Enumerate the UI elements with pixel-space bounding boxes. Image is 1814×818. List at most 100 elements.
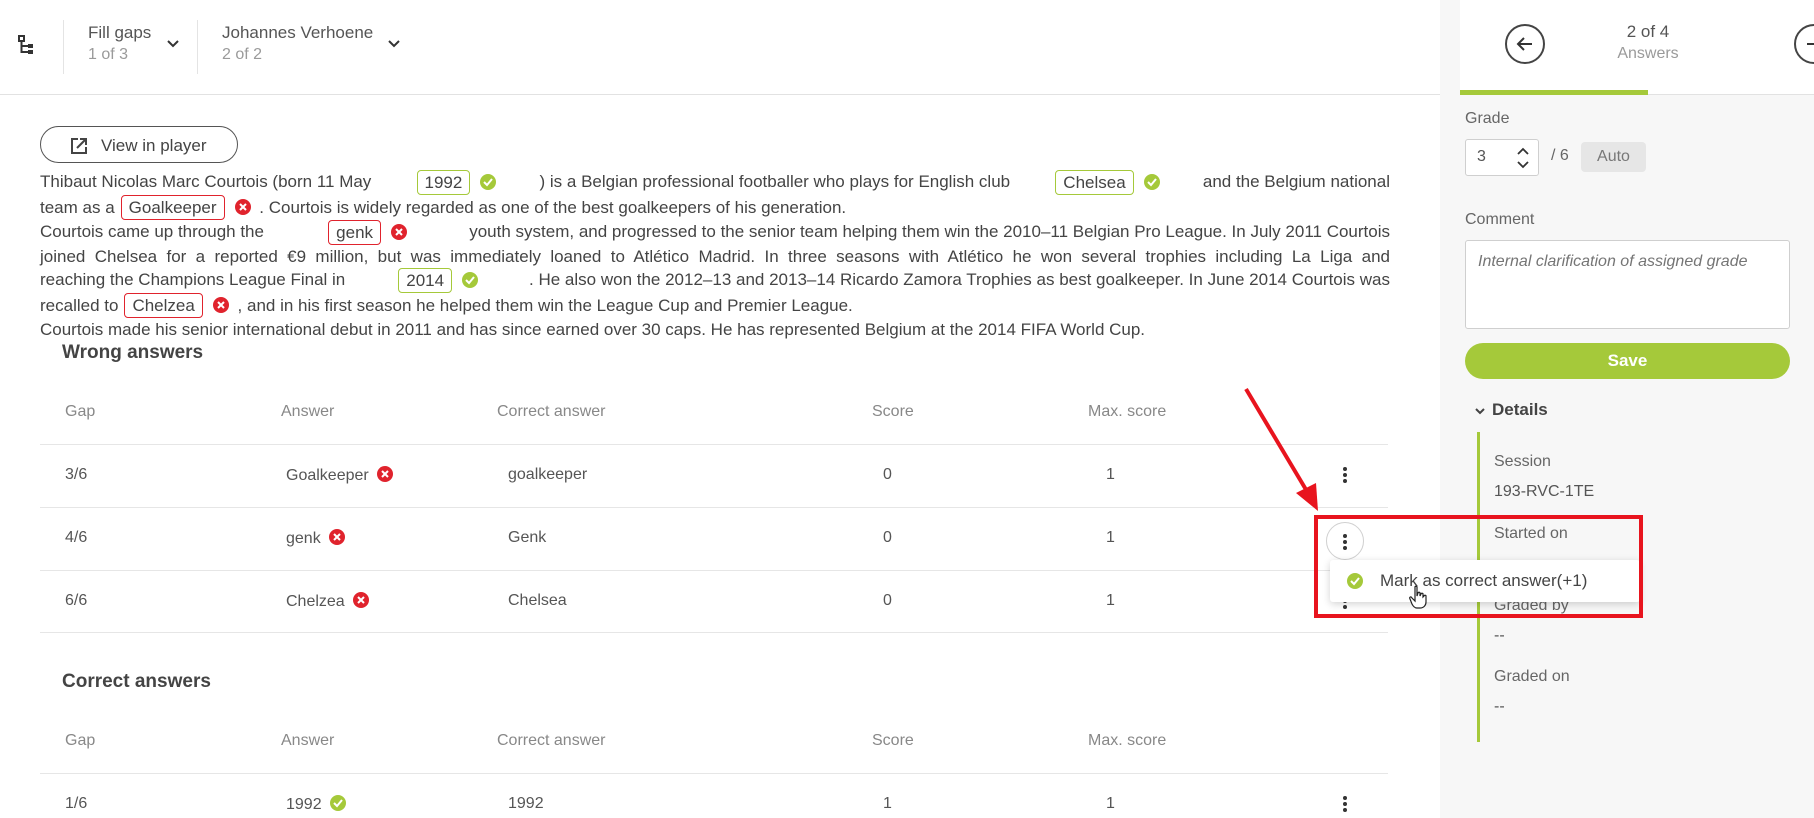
details-toggle[interactable]: Details	[1474, 400, 1548, 420]
column-header-score: Score	[872, 403, 914, 420]
correct-answer-cell: Genk	[508, 529, 547, 546]
gap-cell: 6/6	[65, 592, 88, 609]
answers-counter-value: 2 of 4	[1626, 22, 1670, 41]
arrow-left-icon	[1516, 37, 1532, 51]
view-in-player-button[interactable]: View in player	[40, 126, 238, 163]
answer-text: 1992	[286, 796, 322, 813]
answer-cell: 1992	[286, 795, 350, 814]
column-header-max-score: Max. score	[1088, 403, 1167, 420]
more-options-icon[interactable]	[1335, 794, 1355, 816]
grade-input[interactable]: 3	[1465, 139, 1539, 176]
table-row: 1/6 1992 1992 1 1	[40, 773, 1388, 818]
column-header-answer: Answer	[281, 403, 335, 420]
divider	[63, 20, 64, 74]
grade-max: / 6	[1551, 147, 1569, 164]
chevron-down-icon[interactable]	[165, 36, 181, 52]
grade-label: Grade	[1465, 110, 1510, 127]
passage-line: ) is a Belgian professional footballer w…	[539, 172, 1011, 191]
comment-field[interactable]	[1465, 240, 1790, 329]
previous-answer-button[interactable]	[1505, 24, 1545, 64]
graded-on-label: Graded on	[1494, 668, 1570, 685]
save-button[interactable]: Save	[1465, 343, 1790, 379]
max-score-cell: 1	[1106, 795, 1115, 812]
check-icon	[462, 272, 479, 288]
student-selector-label: Johannes Verhoene	[222, 23, 374, 42]
gap-answer: genk	[328, 220, 382, 245]
answers-counter-label: Answers	[1617, 45, 1679, 62]
column-header-max-score: Max. score	[1088, 732, 1167, 749]
gap-cell: 4/6	[65, 529, 88, 546]
answer-text: genk	[286, 530, 321, 547]
gap-answer: Goalkeeper	[120, 195, 225, 220]
session-value: 193-RVC-1TE	[1494, 483, 1595, 500]
score-cell: 0	[883, 529, 892, 546]
answers-navigator: 2 of 4 Answers	[1460, 0, 1814, 95]
passage-line: . He also won the 2012–13 and 2013–14 Ri…	[529, 270, 1390, 289]
details-title: Details	[1492, 400, 1548, 419]
stepper-icon[interactable]	[1514, 144, 1532, 172]
gap-answer: Chelsea	[1055, 170, 1134, 195]
error-icon	[234, 199, 251, 215]
correct-answers-title: Correct answers	[62, 671, 211, 692]
answers-counter: 2 of 4 Answers	[1590, 21, 1706, 65]
table-row: 3/6 Goalkeeper goalkeeper 0 1	[40, 444, 1388, 507]
score-cell: 1	[883, 795, 892, 812]
correct-answer-cell: goalkeeper	[508, 466, 588, 483]
passage-line: Thibaut Nicolas Marc Courtois (born 11 M…	[40, 172, 372, 191]
gap-cell: 1/6	[65, 795, 88, 812]
column-header-score: Score	[872, 732, 914, 749]
tree-structure-icon[interactable]	[14, 32, 40, 58]
answer-cell: genk	[286, 529, 349, 548]
passage-line: reaching the Champions League Final in	[40, 270, 346, 289]
column-header-answer: Answer	[281, 732, 335, 749]
column-header-correct-answer: Correct answer	[497, 403, 606, 420]
error-icon	[391, 224, 408, 240]
passage-line: youth system, and progressed to the seni…	[469, 222, 1390, 241]
check-icon	[480, 174, 497, 190]
table-row: 6/6 Chelzea Chelsea 0 1	[40, 570, 1388, 633]
answer-text: Goalkeeper	[286, 467, 369, 484]
passage-line: joined Chelsea for a reported €9 million…	[40, 247, 1390, 266]
passage-line: Courtois made his senior international d…	[40, 320, 1146, 339]
auto-grade-button[interactable]: Auto	[1581, 142, 1646, 172]
more-options-icon[interactable]	[1335, 465, 1355, 487]
annotation-highlight-box	[1314, 515, 1643, 618]
table-row: 4/6 genk Genk 0 1	[40, 507, 1388, 570]
answer-text: Chelzea	[286, 593, 345, 610]
max-score-cell: 1	[1106, 466, 1115, 483]
gap-cell: 3/6	[65, 466, 88, 483]
error-icon	[352, 592, 369, 608]
answer-cell: Goalkeeper	[286, 466, 397, 485]
passage-line: . Courtois is widely regarded as one of …	[259, 198, 847, 217]
passage-text: Thibaut Nicolas Marc Courtois (born 11 M…	[40, 170, 1390, 341]
question-selector-label: Fill gaps	[88, 23, 152, 42]
score-cell: 0	[883, 466, 892, 483]
student-selector-position: 2 of 2	[222, 46, 263, 63]
arrow-right-icon	[1807, 43, 1814, 45]
student-selector[interactable]: Johannes Verhoene 2 of 2	[222, 22, 392, 66]
chevron-down-icon	[1475, 407, 1485, 414]
comment-label: Comment	[1465, 211, 1535, 228]
grade-value: 3	[1477, 148, 1486, 165]
top-bar: Fill gaps 1 of 3 Johannes Verhoene 2 of …	[0, 0, 1460, 95]
check-icon	[329, 795, 346, 811]
column-header-gap: Gap	[65, 732, 96, 749]
question-selector-position: 1 of 3	[88, 46, 129, 63]
passage-line: , and in his first season he helped them…	[237, 296, 853, 315]
chevron-down-icon[interactable]	[386, 36, 402, 52]
check-icon	[1143, 174, 1160, 190]
divider	[197, 20, 198, 74]
max-score-cell: 1	[1106, 592, 1115, 609]
next-answer-button[interactable]	[1794, 24, 1814, 64]
question-selector[interactable]: Fill gaps 1 of 3	[88, 22, 198, 66]
score-cell: 0	[883, 592, 892, 609]
column-header-gap: Gap	[65, 403, 96, 420]
external-link-icon	[71, 138, 87, 154]
passage-line: and the Belgium national	[1202, 172, 1390, 191]
correct-answer-cell: 1992	[508, 795, 544, 812]
graded-by-value: --	[1494, 627, 1505, 644]
answer-cell: Chelzea	[286, 592, 373, 611]
passage-line: recalled to	[40, 296, 119, 315]
error-icon	[212, 297, 229, 313]
gap-answer: Chelzea	[124, 293, 203, 318]
